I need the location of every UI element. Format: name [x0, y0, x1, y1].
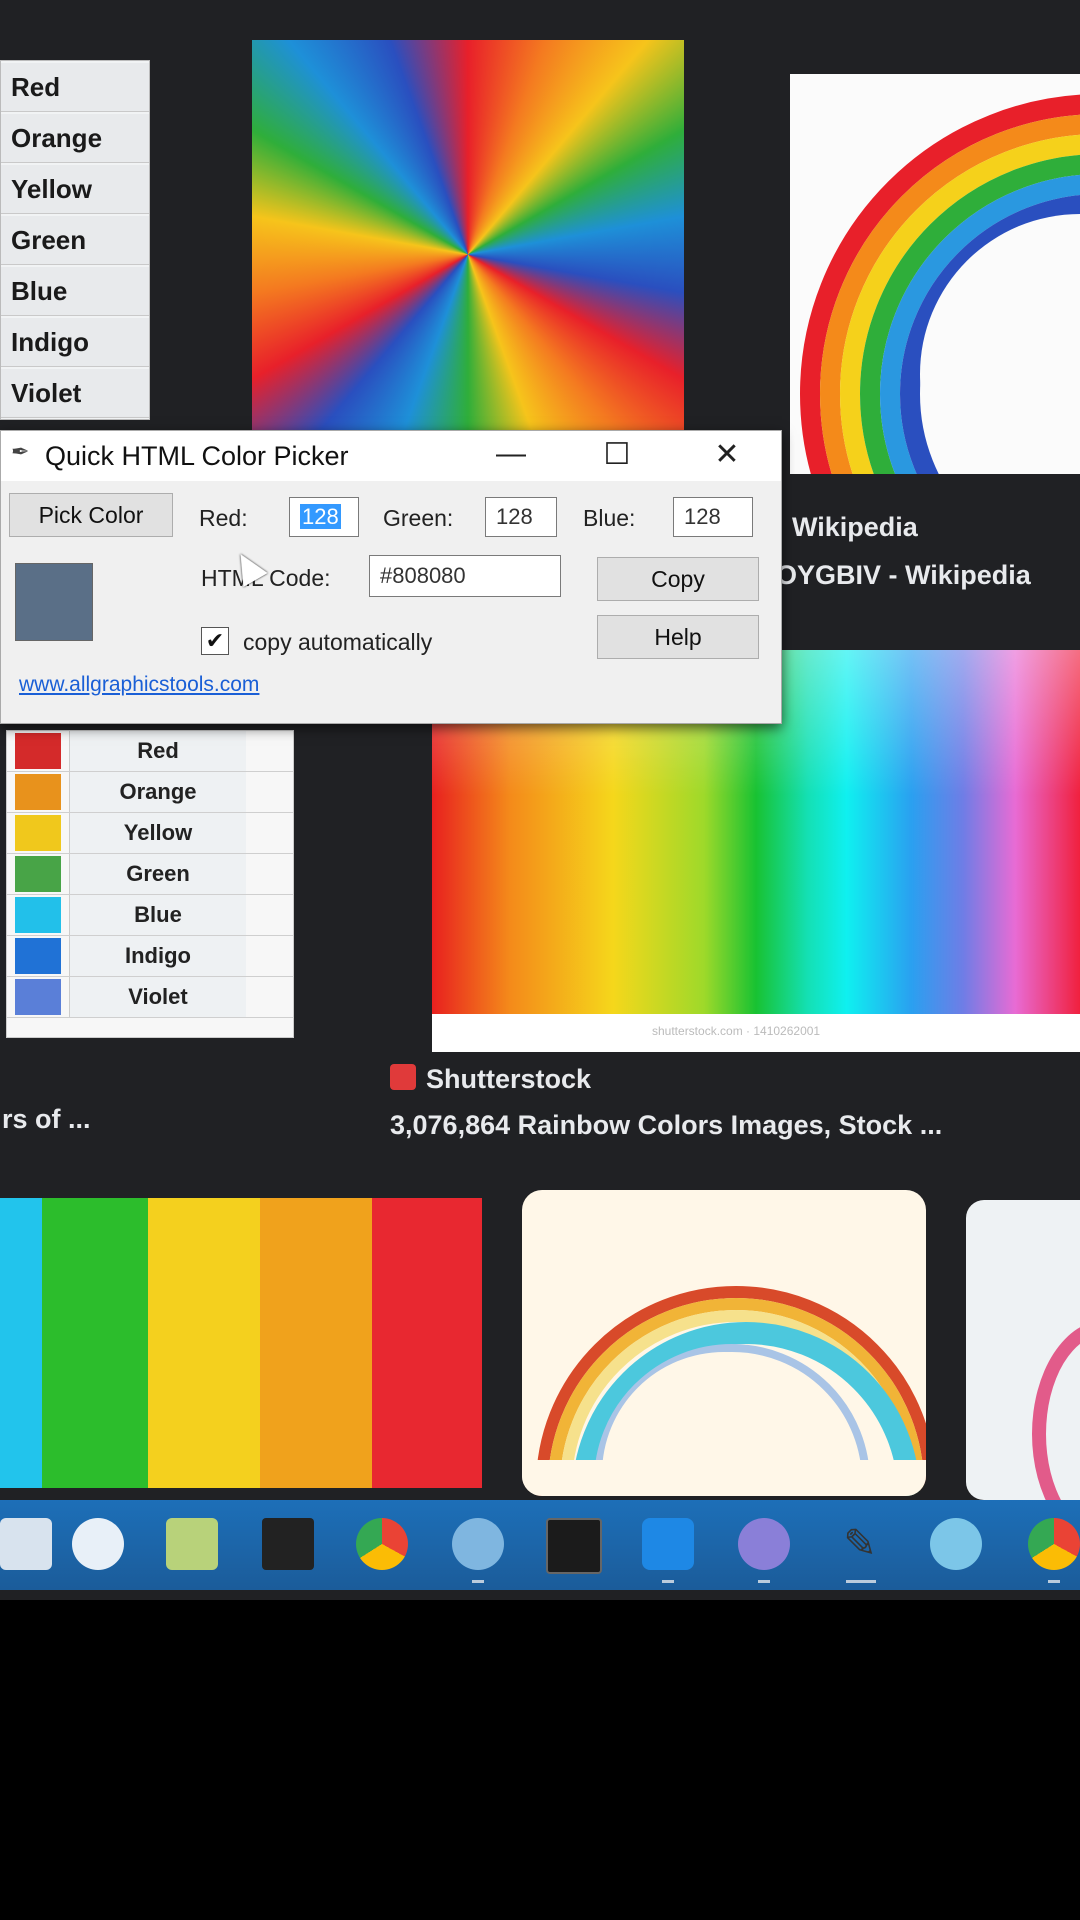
- color-preview-swatch: [15, 563, 93, 641]
- taskbar: ✎: [0, 1500, 1080, 1590]
- red-value: 128: [300, 504, 341, 529]
- swatch-row: Violet: [7, 977, 293, 1018]
- github-icon[interactable]: [738, 1518, 790, 1570]
- media-icon[interactable]: [262, 1518, 314, 1570]
- rainbow-arc-image[interactable]: [790, 74, 1080, 474]
- swatch-row: Green: [7, 854, 293, 895]
- swatch-label: Blue: [69, 895, 246, 935]
- browser-icon[interactable]: [930, 1518, 982, 1570]
- result-caption-roygbiv[interactable]: OYGBIV - Wikipedia: [776, 560, 1031, 591]
- title-bar[interactable]: ✒ Quick HTML Color Picker — ☐ ✕: [1, 431, 781, 481]
- color-swatch-list-image[interactable]: Red Orange Yellow Green Blue Indigo Viol…: [6, 730, 294, 1038]
- html-code-input[interactable]: #808080: [369, 555, 561, 597]
- red-label: Red:: [199, 505, 248, 531]
- swatch-label: Indigo: [69, 936, 246, 976]
- list-item: Yellow: [1, 165, 149, 214]
- list-item: Violet: [1, 369, 149, 418]
- close-button[interactable]: ✕: [707, 437, 747, 472]
- green-input[interactable]: 128: [485, 497, 557, 537]
- blue-input[interactable]: 128: [673, 497, 753, 537]
- help-button[interactable]: Help: [597, 615, 759, 659]
- maximize-button[interactable]: ☐: [597, 437, 637, 472]
- swatch-orange: [15, 774, 61, 810]
- watermark-text: shutterstock.com · 1410262001: [652, 1024, 821, 1038]
- chrome2-icon[interactable]: [1028, 1518, 1080, 1570]
- swatch-green: [15, 856, 61, 892]
- color-stripes-image[interactable]: [0, 1198, 482, 1488]
- website-link[interactable]: www.allgraphicstools.com: [19, 673, 259, 697]
- swatch-row: Indigo: [7, 936, 293, 977]
- terminal-icon[interactable]: [546, 1518, 602, 1574]
- list-item: Red: [1, 63, 149, 112]
- swatch-label: Red: [69, 731, 246, 771]
- copy-button[interactable]: Copy: [597, 557, 759, 601]
- list-item: Orange: [1, 114, 149, 163]
- swatch-label: Green: [69, 854, 246, 894]
- chrome-icon[interactable]: [356, 1518, 408, 1570]
- copy-automatically-label: copy automatically: [243, 629, 433, 655]
- explorer-icon[interactable]: [0, 1518, 52, 1570]
- colorpicker-icon[interactable]: ✎: [834, 1518, 886, 1570]
- eyedropper-icon: ✒: [11, 439, 30, 464]
- result-caption-wikipedia[interactable]: Wikipedia: [792, 512, 918, 543]
- swatch-label: Yellow: [69, 813, 246, 853]
- word-icon[interactable]: [72, 1518, 124, 1570]
- window-title: Quick HTML Color Picker: [45, 441, 349, 471]
- green-label: Green:: [383, 505, 454, 531]
- swatch-violet: [15, 979, 61, 1015]
- swatch-yellow: [15, 815, 61, 851]
- pick-color-button[interactable]: Pick Color: [9, 493, 173, 537]
- swatch-blue: [15, 897, 61, 933]
- rainbow-burst-image[interactable]: [252, 40, 684, 430]
- red-input[interactable]: 128: [289, 497, 359, 537]
- swatch-label: Violet: [69, 977, 246, 1017]
- swatch-row: Orange: [7, 772, 293, 813]
- swatch-row: Blue: [7, 895, 293, 936]
- swatch-indigo: [15, 938, 61, 974]
- desktop-screen: Red Orange Yellow Green Blue Indigo Viol…: [0, 0, 1080, 1600]
- pastel-rainbow-image[interactable]: [522, 1190, 926, 1496]
- dolphin-icon[interactable]: [452, 1518, 504, 1570]
- color-picker-window[interactable]: ✒ Quick HTML Color Picker — ☐ ✕ Pick Col…: [0, 430, 782, 724]
- swatch-row: Red: [7, 731, 293, 772]
- swatch-row: Yellow: [7, 813, 293, 854]
- swatch-red: [15, 733, 61, 769]
- result-title[interactable]: 3,076,864 Rainbow Colors Images, Stock .…: [390, 1110, 942, 1141]
- list-item: Blue: [1, 267, 149, 316]
- notepad-icon[interactable]: [166, 1518, 218, 1570]
- vscode-icon[interactable]: [642, 1518, 694, 1570]
- color-name-list-image[interactable]: Red Orange Yellow Green Blue Indigo Viol…: [0, 60, 150, 420]
- minimize-button[interactable]: —: [491, 437, 531, 471]
- list-item: Indigo: [1, 318, 149, 367]
- shutterstock-icon: [390, 1064, 416, 1090]
- result-source[interactable]: Shutterstock: [426, 1064, 591, 1095]
- swatch-label: Orange: [69, 772, 246, 812]
- partial-rainbow-image[interactable]: [966, 1200, 1080, 1500]
- list-item: Green: [1, 216, 149, 265]
- blue-label: Blue:: [583, 505, 636, 531]
- result-title-cut[interactable]: rs of ...: [2, 1104, 91, 1135]
- copy-automatically-checkbox[interactable]: ✔: [201, 627, 229, 655]
